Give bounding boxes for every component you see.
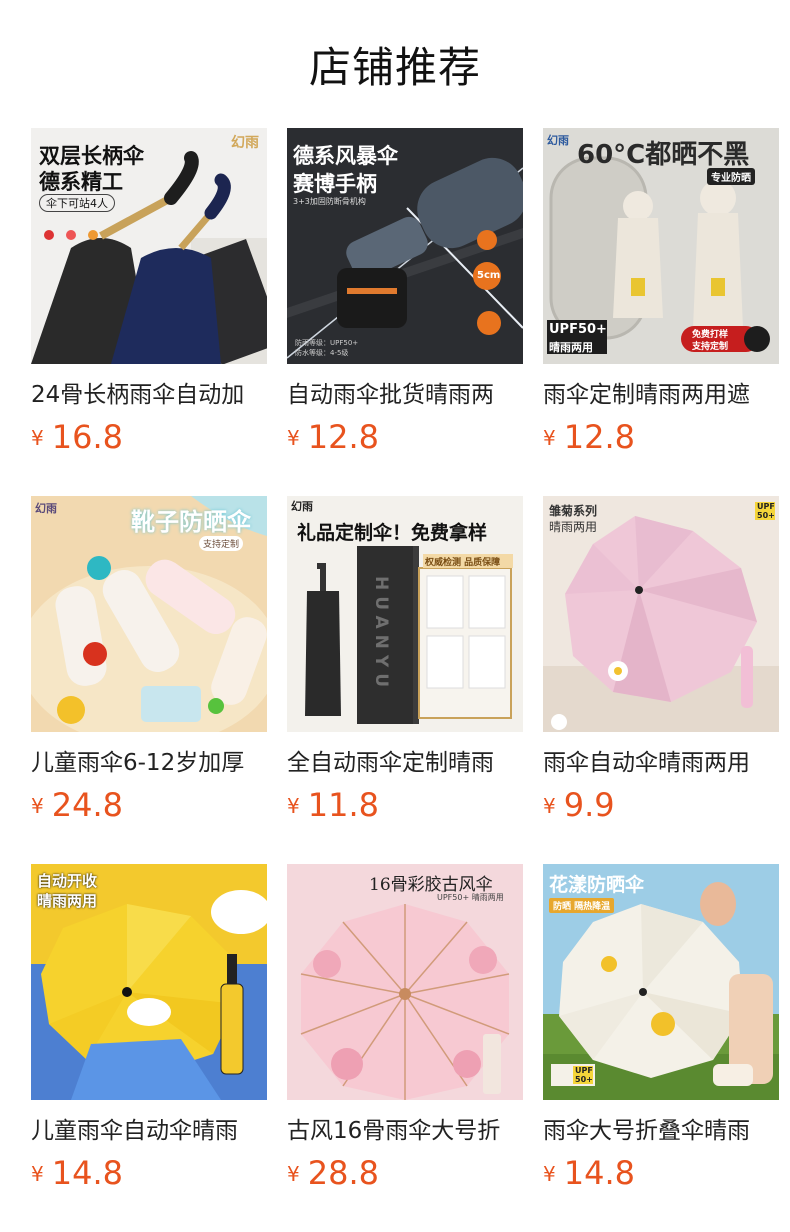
product-name[interactable]: 24骨长柄雨伞自动加 — [31, 380, 267, 410]
product-price: ¥14.8 — [31, 1154, 123, 1194]
product-price: ¥24.8 — [31, 786, 123, 826]
product-image[interactable]: 幻雨 礼品定制伞！免费拿样 权威检测 品质保障 HUANYU — [287, 496, 523, 732]
product-price: ¥28.8 — [287, 1154, 379, 1194]
product-name[interactable]: 雨伞自动伞晴雨两用 — [543, 748, 779, 778]
currency-symbol: ¥ — [31, 426, 44, 450]
currency-symbol: ¥ — [31, 794, 44, 818]
product-name[interactable]: 全自动雨伞定制晴雨 — [287, 748, 523, 778]
product-card[interactable]: 幻雨 60°C都晒不黑 专业防晒 UPF50+ 晴雨两用 免费打样 支持定制 雨… — [543, 128, 779, 458]
currency-symbol: ¥ — [543, 1162, 556, 1186]
product-price: ¥11.8 — [287, 786, 379, 826]
product-card[interactable]: 16骨彩胶古风伞 UPF50+ 晴雨两用 古风16骨雨伞大号折 ¥28.8 — [287, 864, 523, 1194]
umbrella-illustration — [31, 496, 267, 732]
price-value: 12.8 — [307, 418, 379, 456]
product-price: ¥9.9 — [543, 786, 615, 826]
product-image[interactable]: 德系风暴伞 赛博手柄 3+3加固防断骨机构 5cm 防雨等级：UPF50+ 防水… — [287, 128, 523, 364]
product-image[interactable]: 幻雨 60°C都晒不黑 专业防晒 UPF50+ 晴雨两用 免费打样 支持定制 — [543, 128, 779, 364]
product-name[interactable]: 雨伞大号折叠伞晴雨 — [543, 1116, 779, 1146]
currency-symbol: ¥ — [31, 1162, 44, 1186]
product-name[interactable]: 雨伞定制晴雨两用遮 — [543, 380, 779, 410]
product-name[interactable]: 古风16骨雨伞大号折 — [287, 1116, 523, 1146]
price-value: 16.8 — [51, 418, 123, 456]
product-image[interactable]: 雏菊系列 晴雨两用 UPF 50+ — [543, 496, 779, 732]
price-value: 14.8 — [51, 1154, 123, 1192]
currency-symbol: ¥ — [543, 426, 556, 450]
product-card[interactable]: 自动开收 晴雨两用 儿童雨伞自动伞晴雨 ¥14.8 — [31, 864, 267, 1194]
currency-symbol: ¥ — [287, 794, 300, 818]
currency-symbol: ¥ — [543, 794, 556, 818]
product-price: ¥14.8 — [543, 1154, 635, 1194]
umbrella-illustration — [31, 864, 267, 1100]
product-name[interactable]: 儿童雨伞6-12岁加厚 — [31, 748, 267, 778]
product-card[interactable]: 雏菊系列 晴雨两用 UPF 50+ 雨伞自动伞晴雨两用 ¥9.9 — [543, 496, 779, 826]
price-value: 28.8 — [307, 1154, 379, 1192]
price-value: 12.8 — [563, 418, 635, 456]
product-price: ¥16.8 — [31, 418, 123, 458]
product-card[interactable]: 幻雨 靴子防晒伞 支持定制 儿童雨伞6-12岁加厚 ¥24.8 — [31, 496, 267, 826]
product-card[interactable]: 德系风暴伞 赛博手柄 3+3加固防断骨机构 5cm 防雨等级：UPF50+ 防水… — [287, 128, 523, 458]
price-value: 24.8 — [51, 786, 123, 824]
umbrella-illustration — [287, 128, 523, 364]
product-card[interactable]: 花漾防晒伞 防晒 隔热降温 UPF 50+ 雨伞大号折叠伞晴雨 ¥14.8 — [543, 864, 779, 1194]
product-name[interactable]: 儿童雨伞自动伞晴雨 — [31, 1116, 267, 1146]
product-image[interactable]: 16骨彩胶古风伞 UPF50+ 晴雨两用 — [287, 864, 523, 1100]
price-value: 9.9 — [563, 786, 615, 824]
umbrella-illustration — [543, 128, 779, 364]
currency-symbol: ¥ — [287, 426, 300, 450]
umbrella-illustration — [287, 496, 523, 732]
umbrella-illustration — [31, 128, 267, 364]
product-image[interactable]: 幻雨 靴子防晒伞 支持定制 — [31, 496, 267, 732]
price-value: 14.8 — [563, 1154, 635, 1192]
price-value: 11.8 — [307, 786, 379, 824]
product-name[interactable]: 自动雨伞批货晴雨两 — [287, 380, 523, 410]
umbrella-illustration — [543, 864, 779, 1100]
product-card[interactable]: 幻雨 双层长柄伞 德系精工 伞下可站4人 24骨长柄雨伞自动加 ¥16.8 — [31, 128, 267, 458]
product-price: ¥12.8 — [543, 418, 635, 458]
product-image[interactable]: 幻雨 双层长柄伞 德系精工 伞下可站4人 — [31, 128, 267, 364]
currency-symbol: ¥ — [287, 1162, 300, 1186]
umbrella-illustration — [543, 496, 779, 732]
product-image[interactable]: 花漾防晒伞 防晒 隔热降温 UPF 50+ — [543, 864, 779, 1100]
umbrella-illustration — [287, 864, 523, 1100]
page-title: 店铺推荐 — [308, 43, 481, 92]
product-card[interactable]: 幻雨 礼品定制伞！免费拿样 权威检测 品质保障 HUANYU 全自动雨伞定制晴雨… — [287, 496, 523, 826]
product-image[interactable]: 自动开收 晴雨两用 — [31, 864, 267, 1100]
product-price: ¥12.8 — [287, 418, 379, 458]
